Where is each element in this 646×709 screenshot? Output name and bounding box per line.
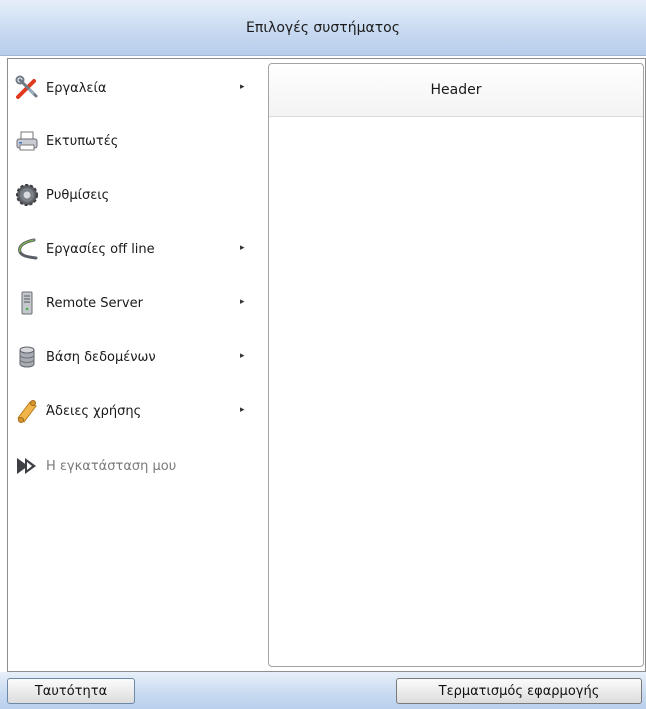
side-menu: Εργαλεία ▸ Εκτυπωτές Ρυθμίσεις Εργασίες … xyxy=(8,60,261,670)
content-panel: Header xyxy=(268,63,644,667)
menu-item-printers[interactable]: Εκτυπωτές xyxy=(8,121,261,161)
menu-item-remote-server[interactable]: Remote Server ▸ xyxy=(8,283,261,323)
exit-application-button[interactable]: Τερματισμός εφαρμογής xyxy=(396,678,642,704)
offline-cable-icon xyxy=(14,236,40,262)
menu-item-label: Εκτυπωτές xyxy=(46,133,119,149)
menu-item-my-installation[interactable]: Η εγκατάσταση μου xyxy=(8,446,261,486)
menu-item-tools[interactable]: Εργαλεία ▸ xyxy=(8,68,261,108)
window-title-bar: Επιλογές συστήματος xyxy=(0,0,646,56)
window-title: Επιλογές συστήματος xyxy=(246,19,400,36)
license-scroll-icon xyxy=(14,398,40,424)
submenu-arrow-icon: ▸ xyxy=(240,405,245,415)
database-icon xyxy=(14,344,40,370)
panel-header: Header xyxy=(269,64,643,117)
submenu-arrow-icon: ▸ xyxy=(240,243,245,253)
menu-item-label: Remote Server xyxy=(46,295,143,311)
menu-item-label: Άδειες χρήσης xyxy=(46,403,142,419)
menu-item-database[interactable]: Βάση δεδομένων ▸ xyxy=(8,337,261,377)
menu-item-offline-tasks[interactable]: Εργασίες off line ▸ xyxy=(8,229,261,269)
menu-item-licenses[interactable]: Άδειες χρήσης ▸ xyxy=(8,391,261,431)
identity-button[interactable]: Ταυτότητα xyxy=(7,678,135,704)
tools-icon xyxy=(14,75,40,101)
menu-item-settings[interactable]: Ρυθμίσεις xyxy=(8,175,261,215)
submenu-arrow-icon: ▸ xyxy=(240,297,245,307)
panel-header-title: Header xyxy=(430,82,482,98)
menu-item-label: Ρυθμίσεις xyxy=(46,187,110,203)
menu-item-label: Εργασίες off line xyxy=(46,241,155,257)
menu-item-label: Η εγκατάσταση μου xyxy=(46,458,177,474)
server-icon xyxy=(14,290,40,316)
menu-item-label: Βάση δεδομένων xyxy=(46,349,156,365)
printer-icon xyxy=(14,128,40,154)
submenu-arrow-icon: ▸ xyxy=(240,351,245,361)
installation-icon xyxy=(14,453,40,479)
settings-gear-icon xyxy=(14,182,40,208)
menu-item-label: Εργαλεία xyxy=(46,80,107,96)
submenu-arrow-icon: ▸ xyxy=(240,82,245,92)
